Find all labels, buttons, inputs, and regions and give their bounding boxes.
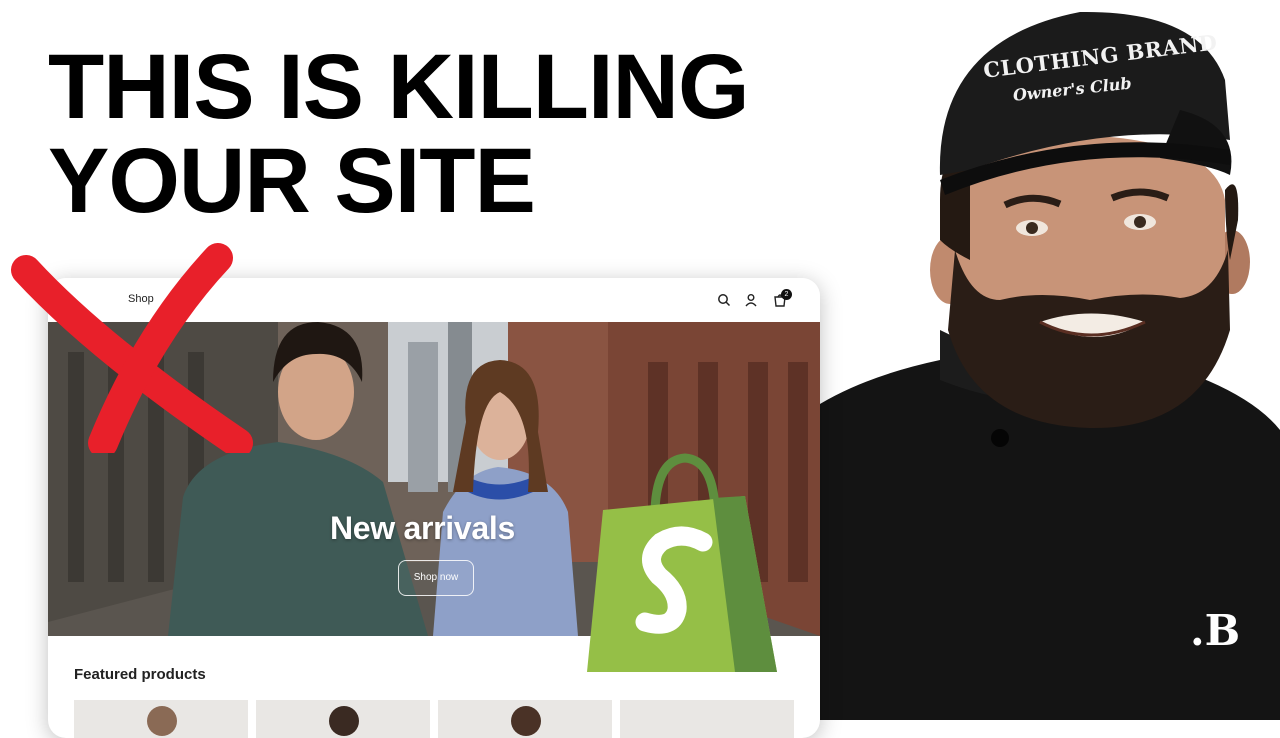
product-image	[329, 706, 359, 736]
shirt-logo: .B	[1190, 606, 1241, 655]
featured-products-heading: Featured products	[74, 666, 206, 683]
product-card[interactable]	[438, 700, 612, 738]
shopify-logo	[587, 453, 777, 672]
product-image	[147, 706, 177, 736]
product-card[interactable]	[74, 700, 248, 738]
account-icon[interactable]	[743, 292, 759, 308]
product-card[interactable]	[256, 700, 430, 738]
product-card[interactable]	[620, 700, 794, 738]
red-x-icon	[11, 243, 253, 453]
shop-now-button[interactable]: Shop now	[398, 560, 474, 596]
search-icon[interactable]	[716, 292, 732, 308]
product-image	[511, 706, 541, 736]
cart-count-badge: 2	[781, 289, 792, 300]
hero-title: New arrivals	[330, 510, 515, 546]
